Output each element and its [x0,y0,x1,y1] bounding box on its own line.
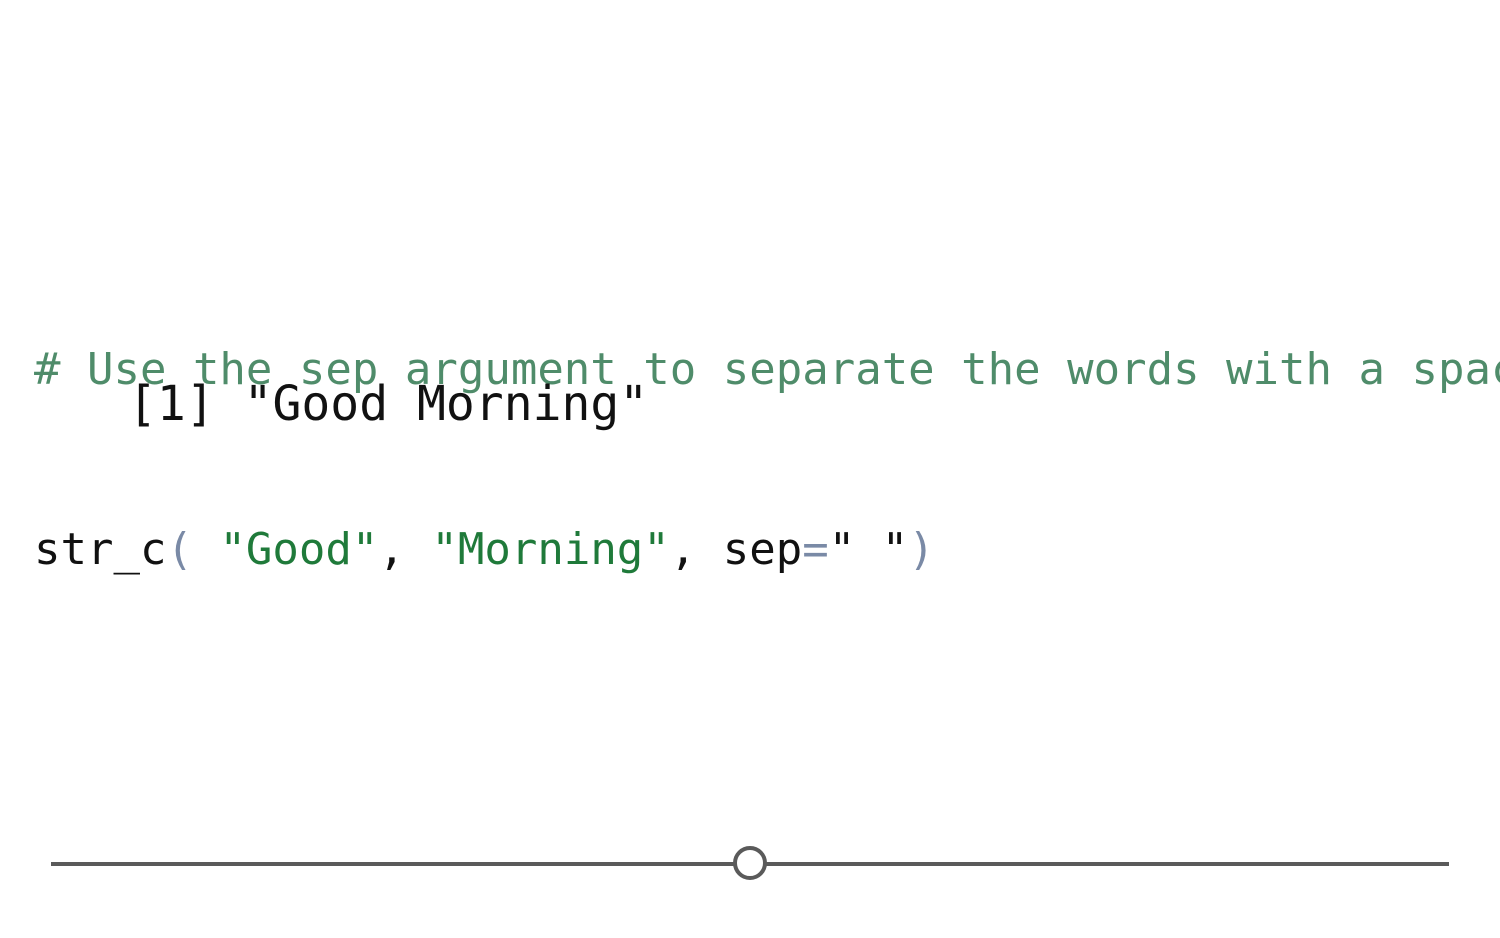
sep-equals: = [802,524,829,575]
function-name: str_c [34,524,167,575]
comma-1: , [378,524,432,575]
playback-scrub-handle[interactable] [733,846,767,880]
sep-arg-name: sep [722,524,803,575]
output-index: [1] [128,376,215,432]
sep-arg-value: " " [828,524,909,575]
output-value: "Good Morning" [243,376,649,432]
comma-2: , [669,524,723,575]
code-call-line: str_c( "Good", "Morning", sep=" ") [34,520,1500,580]
close-paren: ) [908,524,935,575]
arg-good: "Good" [219,524,379,575]
slide-page: # Use the sep argument to separate the w… [0,0,1500,938]
arg-morning: "Morning" [431,524,670,575]
console-output: [1] "Good Morning" [128,372,648,436]
code-block: # Use the sep argument to separate the w… [34,220,1500,700]
open-paren: ( [166,524,220,575]
